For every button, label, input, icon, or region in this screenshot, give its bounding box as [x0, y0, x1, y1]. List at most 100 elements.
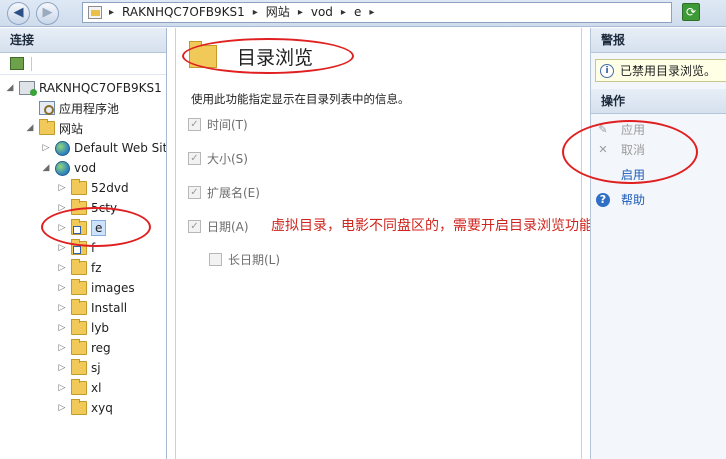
- option-size: ✓ 大小(S): [188, 150, 248, 167]
- virtual-directory-icon: [71, 219, 87, 235]
- help-icon: ?: [596, 192, 610, 207]
- apply-icon: ✎: [598, 122, 608, 136]
- folder-icon: [71, 199, 87, 215]
- option-long-date: 长日期(L): [209, 251, 280, 268]
- option-extension: ✓ 扩展名(E): [188, 184, 260, 201]
- breadcrumb-separator-icon[interactable]: ▸: [341, 5, 346, 20]
- tree-node-label: fz: [91, 261, 102, 275]
- folder-icon: [71, 259, 87, 275]
- tree-node[interactable]: ▷ images: [56, 278, 135, 298]
- tree-node-label: lyb: [91, 321, 110, 335]
- alerts-title: 警报: [591, 28, 726, 53]
- expand-arrow-icon[interactable]: ▷: [56, 203, 68, 213]
- breadcrumb[interactable]: ▸ RAKNHQC7OFB9KS1 ▸ 网站 ▸ vod ▸ e ▸: [82, 2, 672, 23]
- tree-node[interactable]: ▷ reg: [56, 338, 111, 358]
- tree-node-label: images: [91, 281, 135, 295]
- collapse-arrow-icon[interactable]: ◢: [24, 123, 36, 133]
- tree-node-label: 应用程序池: [59, 101, 120, 116]
- tree-node[interactable]: 应用程序池: [24, 98, 119, 118]
- help-action[interactable]: ? 帮助: [596, 191, 645, 208]
- tree-node[interactable]: ▷ lyb: [56, 318, 109, 338]
- enable-action[interactable]: 启用: [596, 166, 645, 183]
- expand-arrow-icon[interactable]: ▷: [56, 343, 68, 353]
- expand-arrow-icon[interactable]: ▷: [56, 283, 68, 293]
- tree-node-label: 52dvd: [91, 181, 129, 195]
- tree-node-label: 5cty: [91, 201, 118, 215]
- option-date: ✓ 日期(A): [188, 218, 249, 235]
- actions-pane: 警报 i 已禁用目录浏览。 操作 ✎ 应用 ✕ 取消 启用 ? 帮助: [590, 28, 726, 459]
- breadcrumb-sites[interactable]: 网站: [266, 5, 290, 20]
- tree-node[interactable]: ▷ Install: [56, 298, 127, 318]
- breadcrumb-separator-icon[interactable]: ▸: [298, 5, 303, 20]
- expand-arrow-icon[interactable]: ▷: [56, 363, 68, 373]
- expand-arrow-icon[interactable]: ▷: [56, 303, 68, 313]
- tree-node-label: Default Web Site: [74, 141, 167, 155]
- tree-node-label: e: [91, 220, 107, 236]
- tree-node-label: xl: [91, 381, 102, 395]
- refresh-icon[interactable]: ⟳: [682, 3, 700, 21]
- expand-arrow-icon[interactable]: ▷: [56, 323, 68, 333]
- expand-arrow-icon[interactable]: ▷: [56, 383, 68, 393]
- tree-node[interactable]: ▷ sj: [56, 358, 101, 378]
- cancel-action[interactable]: ✕ 取消: [596, 141, 645, 158]
- connections-toolbar: [0, 53, 166, 75]
- breadcrumb-separator-icon[interactable]: ▸: [253, 5, 258, 20]
- folder-icon: [71, 399, 87, 415]
- expand-arrow-icon[interactable]: ▷: [56, 223, 68, 233]
- collapse-arrow-icon[interactable]: ◢: [40, 163, 52, 173]
- server-icon: [19, 81, 37, 96]
- tree-node[interactable]: ▷ 5cty: [56, 198, 117, 218]
- tree-node[interactable]: ▷ fz: [56, 258, 102, 278]
- tree-node-label: f: [91, 241, 96, 255]
- page-title: 目录浏览: [237, 47, 314, 69]
- folder-icon: [71, 379, 87, 395]
- apply-action[interactable]: ✎ 应用: [596, 121, 645, 138]
- checkbox-checked-icon: ✓: [188, 220, 201, 233]
- breadcrumb-vod[interactable]: vod: [311, 5, 333, 20]
- checkbox-unchecked-icon: [209, 253, 222, 266]
- tree-node[interactable]: ▷ 52dvd: [56, 178, 129, 198]
- virtual-directory-icon: [71, 239, 87, 255]
- expand-arrow-icon[interactable]: ▷: [56, 243, 68, 253]
- info-icon: i: [600, 63, 614, 78]
- tree-node[interactable]: ◢ vod: [40, 158, 96, 178]
- expand-arrow-icon[interactable]: ▷: [56, 403, 68, 413]
- connections-pane: 连接 ◢ RAKNHQC7OFB9KS1 应用程序池 ◢ 网站 ▷ Default Web …: [0, 28, 167, 459]
- tree-node[interactable]: ▷ xyq: [56, 398, 113, 418]
- option-time: ✓ 时间(T): [188, 116, 248, 133]
- tree-node[interactable]: ▷ f: [56, 238, 95, 258]
- breadcrumb-e[interactable]: e: [354, 5, 361, 20]
- folder-icon: [71, 299, 87, 315]
- feature-panel: 目录浏览 使用此功能指定显示在目录列表中的信息。 ✓ 时间(T) ✓ 大小(S)…: [175, 28, 593, 459]
- expand-arrow-icon[interactable]: ▷: [56, 183, 68, 193]
- folder-icon: [71, 319, 87, 335]
- breadcrumb-separator-icon[interactable]: ▸: [109, 5, 114, 20]
- globe-icon: [55, 160, 70, 176]
- tree-node[interactable]: ▷ e: [56, 218, 107, 238]
- breadcrumb-server[interactable]: RAKNHQC7OFB9KS1: [122, 5, 245, 20]
- tree-node-label: sj: [91, 361, 101, 375]
- breadcrumb-separator-icon[interactable]: ▸: [369, 5, 374, 20]
- tree-node[interactable]: ◢ RAKNHQC7OFB9KS1: [4, 78, 162, 98]
- tree-node[interactable]: ▷ Default Web Site: [40, 138, 167, 158]
- tree-node[interactable]: ▷ xl: [56, 378, 101, 398]
- site-icon: [88, 6, 102, 19]
- tree-node[interactable]: ◢ 网站: [24, 118, 83, 138]
- directory-browsing-icon: [189, 41, 217, 68]
- app-pool-icon: [39, 101, 55, 115]
- collapse-arrow-icon[interactable]: ◢: [4, 83, 16, 93]
- connect-icon[interactable]: [10, 57, 24, 70]
- alert-message: i 已禁用目录浏览。: [595, 59, 726, 82]
- back-arrow-icon[interactable]: ◀: [7, 2, 30, 25]
- forward-arrow-icon[interactable]: ▶: [36, 2, 59, 25]
- globe-icon: [55, 140, 70, 156]
- tree-node-label: Install: [91, 301, 128, 315]
- tree-node-label: RAKNHQC7OFB9KS1: [39, 81, 162, 95]
- expand-arrow-icon[interactable]: ▷: [56, 263, 68, 273]
- tree-node-label: xyq: [91, 401, 113, 415]
- toolbar-divider: [31, 57, 32, 71]
- feature-description: 使用此功能指定显示在目录列表中的信息。: [191, 92, 410, 106]
- tree-node-label: 网站: [59, 121, 84, 136]
- checkbox-checked-icon: ✓: [188, 152, 201, 165]
- expand-arrow-icon[interactable]: ▷: [40, 143, 52, 153]
